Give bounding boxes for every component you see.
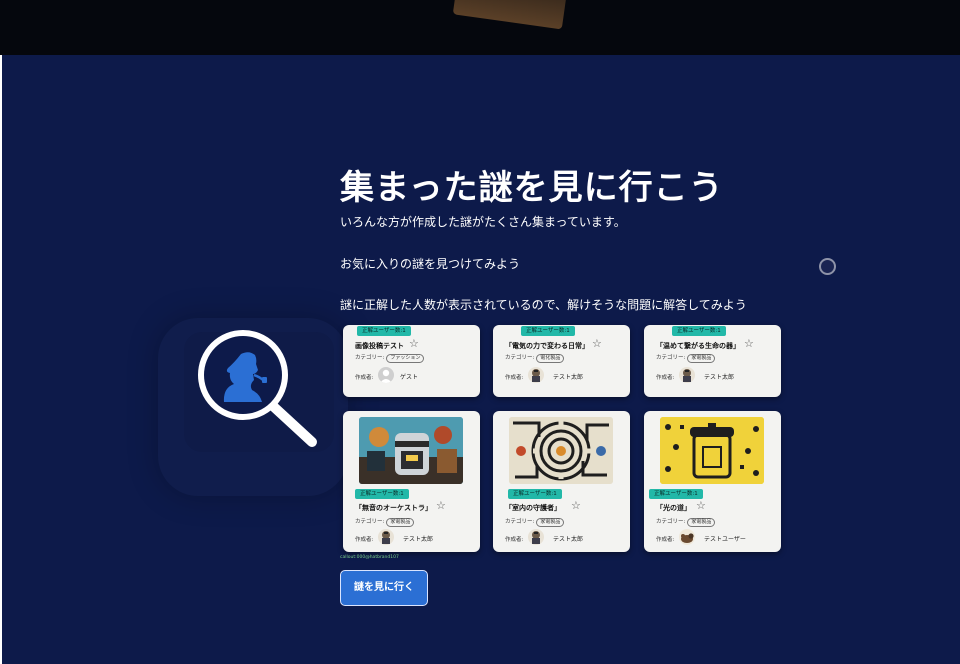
- star-icon[interactable]: ☆: [592, 338, 602, 349]
- author-name: テストユーザー: [704, 536, 746, 543]
- correct-count-badge: 正解ユーザー数:1: [508, 489, 562, 499]
- author-label: 作成者:: [505, 537, 524, 543]
- author-label: 作成者:: [355, 375, 374, 381]
- correct-count-badge: 正解ユーザー数:1: [355, 489, 409, 499]
- category-chip: 家電製品: [536, 518, 565, 527]
- author-name: テスト太郎: [403, 536, 434, 543]
- category-chip: 家電製品: [687, 354, 716, 363]
- correct-count-badge: 正解ユーザー数:1: [672, 326, 726, 336]
- star-icon[interactable]: ☆: [744, 338, 754, 349]
- card-category: カテゴリー: 家電製品: [656, 353, 716, 363]
- default-user-icon: [378, 367, 394, 383]
- star-icon[interactable]: ☆: [409, 338, 419, 349]
- main-section: [2, 55, 960, 664]
- correct-count-badge: 正解ユーザー数:1: [649, 489, 703, 499]
- puzzle-card[interactable]: 正解ユーザー数:1 「光の道」 ☆ カテゴリー: 家電製品 作成者: テストユーザ…: [644, 411, 781, 552]
- puzzle-card[interactable]: 正解ユーザー数:1 「温めて繋がる生命の器」 ☆ カテゴリー: 家電製品 作成者:…: [644, 325, 781, 397]
- star-icon[interactable]: ☆: [436, 500, 446, 511]
- correct-count-badge: 正解ユーザー数:1: [357, 326, 411, 336]
- author-label: 作成者:: [656, 375, 675, 381]
- intro-text: いろんな方が作成した謎がたくさん集まっています。: [340, 215, 626, 229]
- character-icon: [378, 529, 394, 545]
- card-category: カテゴリー: 家電製品: [355, 517, 415, 527]
- puzzle-card[interactable]: 正解ユーザー数:1 画像投稿テスト ☆ カテゴリー: ファッション 作成者: ゲス…: [343, 325, 480, 397]
- animal-icon: [679, 529, 695, 545]
- appliance-collage-image: [359, 417, 463, 484]
- card-category: カテゴリー: 家電製品: [656, 517, 716, 527]
- author-label: 作成者:: [355, 537, 374, 543]
- card-category: カテゴリー: 電化製品: [505, 353, 565, 363]
- character-icon: [679, 367, 695, 383]
- intro-text: 謎に正解した人数が表示されているので、解けそうな問題に解答してみよう: [340, 298, 747, 312]
- maze-image: [509, 417, 613, 484]
- card-title: 「室内の守護者」: [505, 504, 561, 512]
- page-title: 集まった謎を見に行こう: [340, 168, 724, 208]
- card-category: カテゴリー: 家電製品: [505, 517, 565, 527]
- category-chip: 家電製品: [687, 518, 716, 527]
- puzzle-card[interactable]: 正解ユーザー数:1 「室内の守護者」 ☆ カテゴリー: 家電製品 作成者: テスト…: [493, 411, 630, 552]
- star-icon[interactable]: ☆: [571, 500, 581, 511]
- correct-count-badge: 正解ユーザー数:1: [521, 326, 575, 336]
- rice-cooker-yellow-image: [660, 417, 764, 484]
- category-chip: ファッション: [386, 354, 425, 363]
- detective-magnifier-icon: [198, 330, 317, 447]
- small-link-text[interactable]: callout:000@hatbrand107: [340, 555, 399, 560]
- card-title: 「光の道」: [656, 504, 691, 512]
- header-image: [452, 0, 568, 30]
- card-title: 画像投稿テスト: [355, 342, 404, 350]
- card-category: カテゴリー: ファッション: [355, 353, 425, 363]
- intro-text: お気に入りの謎を見つけてみよう: [340, 257, 521, 271]
- author-label: 作成者:: [656, 537, 675, 543]
- author-name: テスト太郎: [704, 374, 735, 381]
- category-chip: 家電製品: [386, 518, 415, 527]
- header-image-band: [0, 0, 960, 55]
- character-icon: [528, 367, 544, 383]
- puzzle-card[interactable]: 正解ユーザー数:1 「電気の力で変わる日常」 ☆ カテゴリー: 電化製品 作成者:…: [493, 325, 630, 397]
- card-title: 「無音のオーケストラ」: [355, 504, 432, 512]
- author-name: ゲスト: [400, 374, 419, 381]
- star-icon[interactable]: ☆: [696, 500, 706, 511]
- author-label: 作成者:: [505, 375, 524, 381]
- category-chip: 電化製品: [536, 354, 565, 363]
- scroll-indicator[interactable]: [819, 258, 836, 275]
- card-title: 「電気の力で変わる日常」: [505, 342, 589, 350]
- author-name: テスト太郎: [553, 536, 584, 543]
- author-name: テスト太郎: [553, 374, 584, 381]
- view-puzzles-button[interactable]: 謎を見に行く: [340, 570, 428, 606]
- character-icon: [528, 529, 544, 545]
- card-title: 「温めて繋がる生命の器」: [656, 342, 740, 350]
- puzzle-card[interactable]: 正解ユーザー数:1 「無音のオーケストラ」 ☆ カテゴリー: 家電製品 作成者: …: [343, 411, 480, 552]
